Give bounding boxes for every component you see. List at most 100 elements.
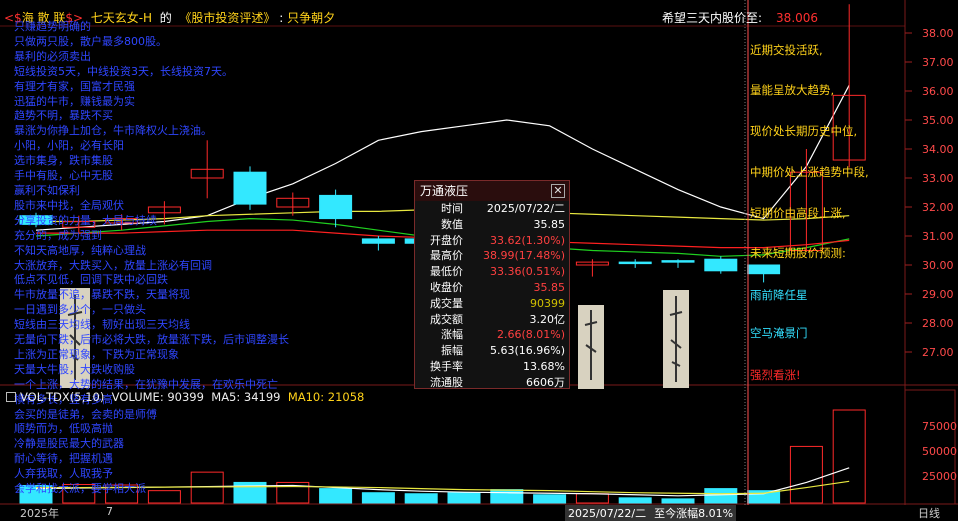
tooltip-row: 最高价 38.99(17.48%) — [415, 248, 569, 264]
poem-line: 暴涨为你挣上加仓，牛市降权火上浇油。 — [14, 124, 212, 138]
calligraphy-image-2 — [578, 305, 604, 389]
volume-ma5: MA5: 34199 — [211, 390, 281, 404]
volume-bar — [490, 489, 524, 504]
annotation-4: 中期价处上涨趋势中段, — [750, 165, 869, 179]
volume-value: VOLUME: 90399 — [111, 390, 204, 404]
volume-header: VOL-TDX(5,10) VOLUME: 90399 MA5: 34199 M… — [6, 390, 364, 404]
cursor-gain: 至今涨幅8.01% — [654, 507, 734, 520]
price-tick-label: 36.00 — [922, 85, 954, 98]
tooltip-value: 2.66(8.01%) — [496, 328, 565, 342]
tooltip-label: 收盘价 — [430, 280, 463, 294]
poem-line: 短线投资5天，中线投资3天，长线投资7天。 — [14, 64, 233, 78]
tooltip-rows: 时间 2025/07/22/二 数值 35.85 开盘价 33.62(1.30%) 最高价 3… — [415, 201, 569, 391]
volume-bar — [404, 493, 438, 504]
price-tick-label: 35.00 — [922, 114, 954, 127]
price-tick-label: 37.00 — [922, 56, 954, 69]
poem-line: 耐心等待，把握机遇 — [14, 452, 113, 466]
volume-bar — [575, 493, 609, 504]
calligraphy-image-3 — [663, 290, 689, 388]
info-tooltip[interactable]: 万通液压 ✕ 时间 2025/07/22/二 数值 35.85 开盘价 33.62(1.3… — [414, 180, 570, 389]
tooltip-header[interactable]: 万通液压 ✕ — [415, 181, 569, 201]
poem-overlay: 只赚趋势明确的 只做两只股，散户最多800股。 暴利的必须卖出 短线投资5天，中线投资… — [14, 20, 394, 497]
volume-bar — [704, 488, 738, 504]
close-icon[interactable]: ✕ — [551, 184, 565, 198]
price-tick-label: 32.00 — [922, 201, 954, 214]
tooltip-label: 流通股 — [430, 375, 463, 389]
candle-body — [618, 261, 652, 265]
poem-line: 只赚趋势明确的 — [14, 20, 91, 33]
poem-line: 冷静是股民最大的武器 — [14, 437, 124, 451]
tooltip-row: 收盘价 35.85 — [415, 280, 569, 296]
tooltip-value: 2025/07/22/二 — [486, 202, 565, 215]
candle-body — [747, 264, 781, 275]
tooltip-label: 振幅 — [441, 344, 463, 358]
poem-line: 只做两只股，散户最多800股。 — [14, 34, 167, 48]
poem-line: 赢利不如保利 — [14, 183, 80, 197]
tooltip-row: 流通股 6606万 — [415, 375, 569, 391]
tooltip-title: 万通液压 — [420, 184, 469, 198]
poem-line: 股市来中找，全局观伏 — [14, 198, 124, 212]
candle-body — [704, 258, 738, 272]
price-axis-ticks — [905, 32, 912, 353]
tooltip-label: 数值 — [441, 217, 463, 231]
annotation-2: 量能呈放大趋势, — [750, 83, 835, 97]
tooltip-value: 6606万 — [526, 375, 565, 389]
tooltip-value: 90399 — [530, 296, 565, 310]
poem-line: 不知天高地厚，纯粹心理战 — [14, 243, 146, 257]
target-price: 希望三天内股价至: 38.006 — [662, 9, 818, 26]
tooltip-label: 最低价 — [430, 265, 463, 279]
target-value: 38.006 — [776, 11, 819, 25]
volume-bar — [747, 490, 781, 504]
tooltip-label: 最高价 — [430, 249, 463, 263]
poem-line: 会学和找大派，要学相大派 — [14, 482, 146, 496]
vol-tick-25000: 25000 — [922, 470, 957, 483]
poem-line: 有理才有家，国富才民强 — [14, 79, 135, 93]
annotation-5: 短期价由高段上涨, — [750, 206, 846, 220]
tooltip-value: 3.20亿 — [529, 312, 566, 326]
poem-line: 小阳，小阳，必有长阳 — [14, 139, 124, 153]
price-tick-label: 33.00 — [922, 172, 954, 185]
tooltip-value: 35.85 — [533, 280, 566, 294]
annotation-3: 现价处长期历史中位, — [750, 124, 858, 138]
tooltip-row: 换手率 13.68% — [415, 359, 569, 375]
tooltip-value: 33.36(0.51%) — [489, 265, 565, 279]
vol-tick-75000: 75000 — [922, 420, 957, 433]
prediction-2: 空马淹景门 — [750, 326, 808, 340]
tooltip-value: 35.85 — [533, 217, 566, 231]
volume-bar — [832, 409, 866, 504]
price-tick-label: 31.00 — [922, 230, 954, 243]
volume-ma10: MA10: 21058 — [287, 390, 365, 404]
prediction-1: 雨前降任星 — [750, 288, 808, 302]
poem-line: 上涨为正常现象，下跌为正常现象 — [14, 347, 179, 361]
tooltip-row: 时间 2025/07/22/二 — [415, 201, 569, 217]
poem-line: 无量向下跌，后市必将大跌，放量涨下跌，后市调整漫长 — [14, 333, 289, 347]
price-tick-label: 28.00 — [922, 317, 954, 330]
tooltip-label: 涨幅 — [441, 328, 463, 342]
price-tick-label: 34.00 — [922, 143, 954, 156]
poem-line: 低点不见低，回调下跌中必回跌 — [14, 273, 168, 287]
tooltip-label: 换手率 — [430, 359, 463, 373]
annotation-6: 未来短期股价预测: — [750, 246, 846, 260]
cursor-date: 2025/07/22/二 — [568, 507, 647, 520]
poem-line: 短线由三天均线，韧好出现三天均线 — [14, 318, 190, 332]
volume-bar — [661, 498, 695, 504]
poem-line: 牛市放量不追，暴跌不跌，天量将现 — [14, 288, 190, 302]
price-tick-label: 38.00 — [922, 27, 954, 40]
poem-line: 充分的，成为强到 — [14, 228, 102, 242]
price-tick-label: 29.00 — [922, 288, 954, 301]
strong-signal: 强烈看涨! — [750, 368, 801, 382]
collapse-icon[interactable] — [6, 392, 16, 402]
volume-bar — [618, 497, 652, 504]
poem-line: 会买的是徒弟，会卖的是师傅 — [14, 407, 157, 421]
price-tick-label: 30.00 — [922, 259, 954, 272]
volume-bar — [533, 494, 567, 504]
price-tick-label: 27.00 — [922, 346, 954, 359]
target-label: 希望三天内股价至: — [662, 11, 763, 25]
volume-indicator-name[interactable]: VOL-TDX(5,10) — [20, 390, 104, 404]
tooltip-label: 成交量 — [430, 296, 463, 310]
tooltip-value: 5.63(16.96%) — [489, 344, 565, 358]
poem-line: 顺势而为，低吸高抛 — [14, 422, 113, 436]
candle-body — [661, 260, 695, 263]
poem-line: 分享投资的力量，大局与持续 — [14, 213, 157, 227]
tooltip-row: 数值 35.85 — [415, 217, 569, 233]
